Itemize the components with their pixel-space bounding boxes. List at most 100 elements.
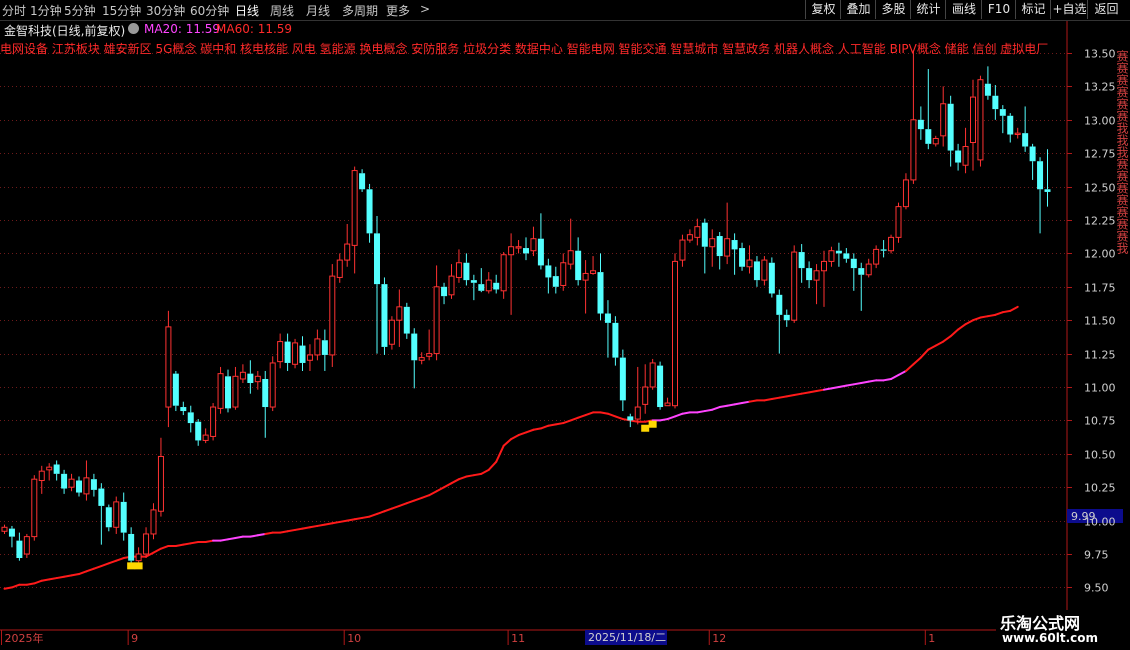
candle[interactable] (277, 333, 284, 369)
candle[interactable] (292, 338, 299, 369)
candle[interactable] (284, 333, 291, 371)
candle[interactable] (254, 370, 261, 390)
period-tab-10[interactable]: 更多 (386, 2, 410, 19)
candle[interactable] (523, 237, 529, 261)
candle[interactable] (98, 483, 105, 545)
candle[interactable] (68, 473, 75, 492)
candle[interactable] (128, 527, 135, 564)
candle[interactable] (1044, 149, 1051, 207)
candle[interactable] (962, 127, 969, 174)
toolbar-button-0[interactable]: 复权 (805, 0, 841, 19)
candle[interactable] (828, 246, 835, 267)
candle[interactable] (470, 274, 477, 301)
toolbar-button-8[interactable]: 返回 (1087, 0, 1125, 19)
candle[interactable] (157, 437, 164, 517)
candle[interactable] (336, 253, 343, 283)
candle[interactable] (925, 69, 932, 150)
period-tab-3[interactable]: 15分钟 (102, 2, 141, 19)
candle[interactable] (113, 496, 120, 534)
candle[interactable] (195, 419, 202, 446)
candle[interactable] (753, 256, 760, 287)
candle[interactable] (411, 328, 418, 389)
candle[interactable] (545, 258, 552, 294)
candle[interactable] (552, 266, 559, 294)
candle[interactable] (1022, 106, 1029, 152)
period-tab-9[interactable]: 多周期 (342, 2, 378, 19)
candle[interactable] (1, 524, 8, 534)
candle[interactable] (835, 242, 842, 267)
candle[interactable] (649, 358, 656, 390)
candle[interactable] (485, 272, 492, 294)
candle[interactable] (530, 226, 537, 257)
candle[interactable] (515, 240, 522, 254)
candle[interactable] (500, 252, 507, 299)
toolbar-button-5[interactable]: F10 (981, 0, 1016, 19)
candle[interactable] (582, 260, 589, 314)
candle[interactable] (16, 532, 23, 561)
candle[interactable] (120, 492, 127, 541)
candle[interactable] (180, 401, 187, 416)
candle[interactable] (396, 289, 403, 347)
candle[interactable] (344, 224, 351, 267)
candle[interactable] (403, 302, 410, 339)
candle[interactable] (679, 234, 686, 267)
candle[interactable] (187, 405, 194, 433)
candle[interactable] (329, 264, 336, 367)
candle[interactable] (627, 413, 634, 428)
candle[interactable] (217, 366, 224, 414)
candle[interactable] (686, 229, 693, 243)
candle[interactable] (105, 504, 112, 532)
candle[interactable] (299, 336, 306, 371)
candle[interactable] (455, 249, 462, 283)
candle[interactable] (992, 85, 999, 120)
candle[interactable] (508, 233, 515, 315)
candle[interactable] (83, 460, 90, 501)
toolbar-button-4[interactable]: 画线 (945, 0, 982, 19)
candle[interactable] (1037, 157, 1044, 234)
candle[interactable] (262, 370, 269, 438)
candle[interactable] (143, 527, 150, 559)
more-arrow-icon[interactable]: > (420, 2, 430, 16)
candle[interactable] (165, 310, 172, 428)
candle[interactable] (202, 428, 209, 444)
candle[interactable] (374, 215, 380, 354)
candle[interactable] (873, 245, 880, 269)
candle[interactable] (426, 329, 433, 361)
period-tab-0[interactable]: 分时 (2, 2, 26, 19)
candle[interactable] (321, 329, 328, 371)
candle[interactable] (135, 547, 142, 564)
candle[interactable] (210, 403, 217, 441)
candle[interactable] (560, 253, 567, 291)
candle[interactable] (150, 503, 157, 540)
candle[interactable] (761, 256, 768, 286)
candle[interactable] (731, 233, 738, 275)
candle[interactable] (880, 240, 887, 258)
candle[interactable] (1029, 143, 1036, 180)
candle[interactable] (269, 356, 276, 412)
candle[interactable] (791, 245, 798, 323)
candle[interactable] (642, 364, 649, 414)
candle[interactable] (366, 183, 373, 243)
toolbar-button-3[interactable]: 统计 (910, 0, 946, 19)
toolbar-button-7[interactable]: +自选 (1050, 0, 1088, 19)
candle[interactable] (634, 366, 641, 425)
candle[interactable] (806, 261, 813, 289)
period-tab-8[interactable]: 月线 (306, 2, 330, 19)
candle[interactable] (46, 463, 53, 481)
candle[interactable] (53, 460, 60, 481)
candle[interactable] (351, 166, 358, 274)
candle[interactable] (970, 79, 976, 171)
candle[interactable] (768, 257, 775, 298)
candle[interactable] (239, 364, 246, 383)
candle[interactable] (917, 106, 924, 140)
candle[interactable] (910, 50, 917, 184)
period-tab-5[interactable]: 60分钟 (190, 2, 229, 19)
candle[interactable] (813, 264, 820, 305)
candle[interactable] (388, 316, 395, 350)
candle[interactable] (940, 86, 947, 147)
candles-layer[interactable] (1, 50, 1051, 564)
candle[interactable] (575, 237, 582, 286)
candle[interactable] (90, 473, 97, 497)
candle[interactable] (947, 95, 954, 167)
candle[interactable] (999, 105, 1006, 134)
